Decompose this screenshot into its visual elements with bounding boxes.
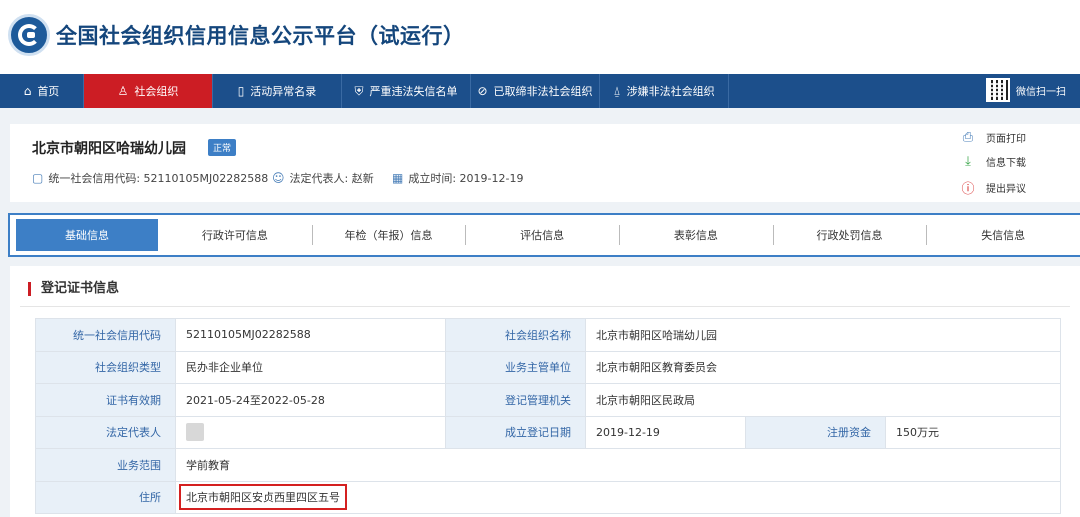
org-type-value: 民办非企业单位 <box>175 350 446 384</box>
reg-date-label: 成立登记日期 <box>445 415 586 449</box>
download-button[interactable]: ⤓ 信息下载 <box>960 154 1026 169</box>
table-row: 社会组织类型 民办非企业单位 业务主管单位 北京市朝阳区教育委员会 <box>35 350 1061 384</box>
org-name-label: 社会组织名称 <box>445 318 586 352</box>
info-tabs: 基础信息 行政许可信息 年检（年报）信息 评估信息 表彰信息 行政处罚信息 失信… <box>8 213 1080 257</box>
download-label: 信息下载 <box>986 158 1026 169</box>
table-row: 法定代表人 成立登记日期 2019-12-19 注册资金 150万元 <box>35 415 1061 449</box>
credit-code-text: 统一社会信用代码: 52110105MJ02282588 <box>48 172 269 185</box>
download-icon: ⤓ <box>965 154 971 169</box>
nav-item-home[interactable]: ⌂ 首页 <box>0 74 84 108</box>
tab-commendation[interactable]: 表彰信息 <box>619 219 773 251</box>
org-type-label: 社会组织类型 <box>35 350 176 384</box>
table-row: 证书有效期 2021-05-24至2022-05-28 登记管理机关 北京市朝阳… <box>35 383 1061 417</box>
org-name-value: 北京市朝阳区哈瑞幼儿园 <box>585 318 1061 352</box>
tab-annual-report[interactable]: 年检（年报）信息 <box>311 219 466 251</box>
table-row: 业务范围 学前教育 <box>35 448 1061 482</box>
ban-icon: ⊘ <box>477 84 488 98</box>
bell-icon: ⍙ <box>613 83 621 98</box>
print-button[interactable]: ⎙ 页面打印 <box>960 130 1026 145</box>
validity-label: 证书有效期 <box>35 383 176 417</box>
supervisor-value: 北京市朝阳区教育委员会 <box>585 350 1061 384</box>
capital-label: 注册资金 <box>745 415 886 449</box>
nav-item-label: 涉嫌非法社会组织 <box>626 85 715 98</box>
org-summary-card: 北京市朝阳区哈瑞幼儿园 正常 ▢ 统一社会信用代码: 52110105MJ022… <box>10 124 1080 202</box>
wechat-scan[interactable]: 微信扫一扫 <box>986 78 1066 102</box>
print-label: 页面打印 <box>986 134 1026 145</box>
nav-item-label: 活动异常名录 <box>250 85 317 98</box>
redacted-name <box>186 423 204 442</box>
supervisor-label: 业务主管单位 <box>445 350 586 384</box>
legal-rep-text: 法定代表人: 赵新 <box>289 172 374 185</box>
credit-code-label: 统一社会信用代码 <box>35 318 176 352</box>
site-title: 全国社会组织信用信息公示平台（试运行） <box>56 24 465 48</box>
nav-item-social-orgs[interactable]: ♙ 社会组织 <box>84 74 213 108</box>
printer-icon: ⎙ <box>962 130 974 145</box>
section-title: 登记证书信息 <box>28 282 119 296</box>
scope-label: 业务范围 <box>35 448 176 482</box>
info-icon: ⓘ <box>961 182 975 197</box>
table-row: 统一社会信用代码 52110105MJ02282588 社会组织名称 北京市朝阳… <box>35 318 1061 352</box>
founded-text: 成立时间: 2019-12-19 <box>408 172 524 185</box>
objection-label: 提出异议 <box>986 184 1026 195</box>
nav-item-label: 社会组织 <box>134 85 179 98</box>
wechat-scan-label: 微信扫一扫 <box>1016 86 1066 98</box>
registration-section: 登记证书信息 统一社会信用代码 52110105MJ02282588 社会组织名… <box>10 266 1080 517</box>
platform-logo[interactable] <box>8 14 50 56</box>
tab-dishonesty[interactable]: 失信信息 <box>926 219 1080 251</box>
tab-evaluation[interactable]: 评估信息 <box>465 219 619 251</box>
scope-value: 学前教育 <box>175 448 1061 482</box>
book-icon: ▢ <box>32 171 44 185</box>
tab-admin-license[interactable]: 行政许可信息 <box>158 219 312 251</box>
address-label: 住所 <box>35 480 176 514</box>
founded-meta: ▦ 成立时间: 2019-12-19 <box>392 170 523 186</box>
nav-item-abnormal-list[interactable]: ▯ 活动异常名录 <box>213 74 342 108</box>
tab-admin-penalty[interactable]: 行政处罚信息 <box>772 219 927 251</box>
validity-value: 2021-05-24至2022-05-28 <box>175 383 446 417</box>
address-value: 北京市朝阳区安贞西里四区五号 <box>179 484 347 511</box>
table-row: 住所 北京市朝阳区安贞西里四区五号 <box>35 480 1061 514</box>
status-badge: 正常 <box>208 139 237 156</box>
shield-icon: ⛨ <box>354 83 364 98</box>
main-nav: ⌂ 首页 ♙ 社会组织 ▯ 活动异常名录 ⛨ 严重违法失信名单 ⊘ 已取缔非法社… <box>0 74 1080 108</box>
qr-code-icon <box>986 78 1010 102</box>
nav-item-banned-orgs[interactable]: ⊘ 已取缔非法社会组织 <box>471 74 600 108</box>
nav-item-suspected-orgs[interactable]: ⍙ 涉嫌非法社会组织 <box>600 74 729 108</box>
address-cell: 北京市朝阳区安贞西里四区五号 <box>175 480 1061 514</box>
legal-rep-meta: ☺ 法定代表人: 赵新 <box>272 170 374 186</box>
reg-date-value: 2019-12-19 <box>585 415 746 449</box>
nav-item-dishonest-list[interactable]: ⛨ 严重违法失信名单 <box>342 74 471 108</box>
org-name: 北京市朝阳区哈瑞幼儿园 <box>32 141 186 157</box>
legal-rep-value <box>175 415 446 449</box>
site-header: 全国社会组织信用信息公示平台（试运行） <box>0 0 1080 74</box>
objection-button[interactable]: ⓘ 提出异议 <box>960 178 1026 197</box>
credit-code-value: 52110105MJ02282588 <box>175 318 446 352</box>
registration-table: 统一社会信用代码 52110105MJ02282588 社会组织名称 北京市朝阳… <box>35 318 1061 514</box>
legal-rep-label: 法定代表人 <box>35 415 176 449</box>
document-icon: ▯ <box>237 84 245 98</box>
divider <box>20 306 1070 307</box>
capital-value: 150万元 <box>885 415 1061 449</box>
nav-item-label: 已取缔非法社会组织 <box>493 85 593 98</box>
person-icon: ☺ <box>272 171 285 185</box>
nav-item-label: 首页 <box>37 85 60 98</box>
home-icon: ⌂ <box>23 84 32 98</box>
tab-basic-info[interactable]: 基础信息 <box>16 219 158 251</box>
org-tree-icon: ♙ <box>117 84 129 98</box>
calendar-icon: ▦ <box>392 171 404 185</box>
nav-item-label: 严重违法失信名单 <box>369 85 458 98</box>
authority-label: 登记管理机关 <box>445 383 586 417</box>
authority-value: 北京市朝阳区民政局 <box>585 383 1061 417</box>
credit-code-meta: ▢ 统一社会信用代码: 52110105MJ02282588 <box>32 170 268 186</box>
